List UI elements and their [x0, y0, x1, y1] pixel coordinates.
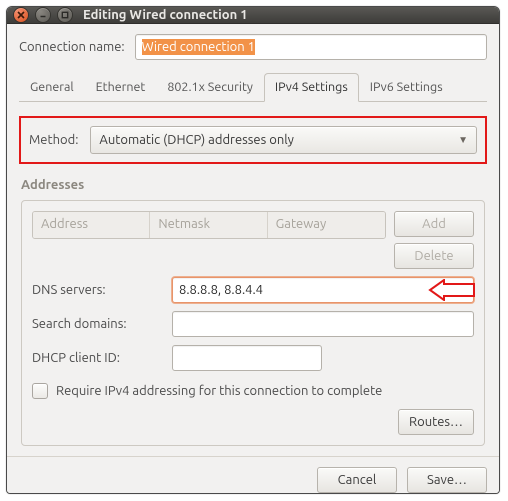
routes-row: Routes…	[32, 409, 474, 435]
method-value: Automatic (DHCP) addresses only	[99, 133, 294, 147]
dns-value: 8.8.8.8, 8.8.4.4	[179, 283, 263, 297]
cancel-button[interactable]: Cancel	[317, 467, 397, 493]
require-row: Require IPv4 addressing for this connect…	[32, 383, 474, 399]
chevron-down-icon: ▼	[458, 134, 468, 146]
tabs: General Ethernet 802.1x Security IPv4 Se…	[19, 72, 487, 102]
dns-label: DNS servers:	[32, 283, 162, 297]
tab-ipv6[interactable]: IPv6 Settings	[359, 73, 454, 102]
add-button[interactable]: Add	[394, 211, 474, 237]
save-button[interactable]: Save…	[407, 467, 487, 493]
footer: Cancel Save…	[7, 456, 499, 494]
addr-col-netmask: Netmask	[150, 212, 267, 238]
addresses-table: Address Netmask Gateway	[32, 211, 386, 239]
connection-name-input[interactable]: Wired connection 1	[135, 34, 487, 60]
addresses-row: Address Netmask Gateway Add Delete	[32, 211, 474, 269]
addr-col-address: Address	[33, 212, 150, 238]
window-title: Editing Wired connection 1	[83, 8, 248, 22]
maximize-icon[interactable]	[57, 7, 73, 23]
search-row: Search domains:	[32, 311, 474, 337]
dhcp-row: DHCP client ID:	[32, 345, 474, 371]
method-label: Method:	[29, 133, 78, 147]
addr-col-gateway: Gateway	[268, 212, 385, 238]
addresses-title: Addresses	[21, 178, 485, 192]
search-input[interactable]	[172, 311, 474, 337]
tab-general[interactable]: General	[19, 73, 85, 102]
search-label: Search domains:	[32, 317, 162, 331]
tab-ethernet[interactable]: Ethernet	[85, 73, 157, 102]
titlebar: Editing Wired connection 1	[7, 7, 499, 24]
tab-ipv4[interactable]: IPv4 Settings	[264, 73, 359, 102]
addresses-group: Address Netmask Gateway Add Delete DNS s…	[21, 200, 485, 446]
dns-input[interactable]: 8.8.8.8, 8.8.4.4	[172, 277, 474, 303]
window: Editing Wired connection 1 Connection na…	[6, 6, 500, 494]
dns-row: DNS servers: 8.8.8.8, 8.8.4.4	[32, 277, 474, 303]
delete-button[interactable]: Delete	[394, 243, 474, 269]
connection-name-value: Wired connection 1	[142, 39, 255, 55]
method-combo[interactable]: Automatic (DHCP) addresses only ▼	[90, 126, 477, 154]
connection-name-row: Connection name: Wired connection 1	[19, 34, 487, 60]
tab-8021x[interactable]: 802.1x Security	[156, 73, 264, 102]
minimize-icon[interactable]	[35, 7, 51, 23]
close-icon[interactable]	[13, 7, 29, 23]
require-label: Require IPv4 addressing for this connect…	[56, 384, 382, 398]
connection-name-label: Connection name:	[19, 40, 125, 54]
require-checkbox[interactable]	[32, 383, 48, 399]
addr-buttons: Add Delete	[394, 211, 474, 269]
method-highlight-box: Method: Automatic (DHCP) addresses only …	[19, 116, 487, 164]
dhcp-label: DHCP client ID:	[32, 351, 162, 365]
routes-button[interactable]: Routes…	[398, 409, 474, 435]
dhcp-input[interactable]	[172, 345, 322, 371]
content: Connection name: Wired connection 1 Gene…	[7, 24, 499, 456]
